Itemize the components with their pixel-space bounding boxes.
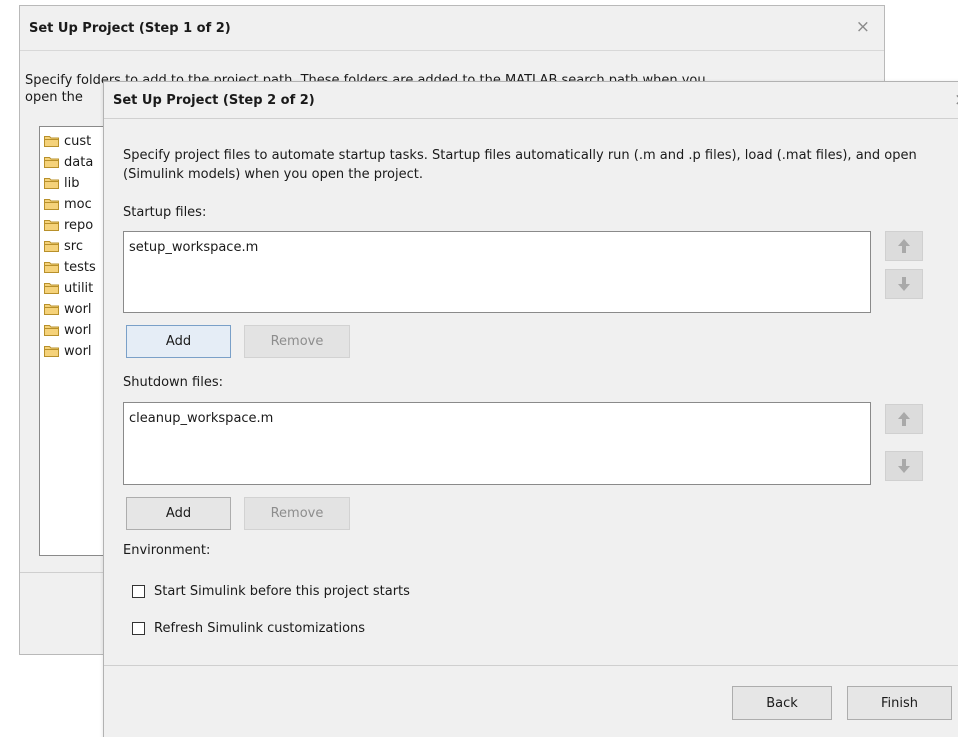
step2-title: Set Up Project (Step 2 of 2) (113, 93, 315, 108)
refresh-customizations-option[interactable]: Refresh Simulink customizations (132, 621, 365, 636)
startup-move-up-button[interactable] (885, 231, 923, 261)
start-simulink-checkbox[interactable] (132, 585, 145, 598)
folder-item[interactable]: worl (44, 320, 92, 340)
arrow-up-icon (898, 412, 910, 426)
startup-add-button[interactable]: Add (126, 325, 231, 358)
folder-item[interactable]: data (44, 152, 93, 172)
folder-icon (44, 304, 59, 315)
folder-icon (44, 262, 59, 273)
step2-footer-divider (104, 665, 958, 666)
folder-name: src (64, 238, 83, 254)
shutdown-file-item[interactable]: cleanup_workspace.m (129, 411, 273, 426)
folder-name: worl (64, 343, 92, 359)
folder-item[interactable]: repo (44, 215, 93, 235)
shutdown-add-button[interactable]: Add (126, 497, 231, 530)
startup-remove-button[interactable]: Remove (244, 325, 350, 358)
folder-name: data (64, 154, 94, 170)
screen: Set Up Project (Step 1 of 2) × Specify f… (0, 0, 958, 737)
shutdown-files-list[interactable]: cleanup_workspace.m (123, 402, 871, 485)
folder-icon (44, 178, 59, 189)
shutdown-move-down-button[interactable] (885, 451, 923, 481)
folder-item[interactable]: moc (44, 194, 92, 214)
folder-item[interactable]: lib (44, 173, 79, 193)
start-simulink-option[interactable]: Start Simulink before this project start… (132, 584, 410, 599)
folder-icon (44, 241, 59, 252)
start-simulink-label: Start Simulink before this project start… (154, 584, 410, 599)
step2-close-icon[interactable]: × (954, 90, 958, 110)
step1-titlebar: Set Up Project (Step 1 of 2) × (20, 6, 884, 51)
folder-icon (44, 199, 59, 210)
shutdown-remove-button[interactable]: Remove (244, 497, 350, 530)
folder-item[interactable]: src (44, 236, 83, 256)
step2-description: Specify project files to automate startu… (123, 148, 917, 182)
step1-close-icon[interactable]: × (856, 17, 870, 37)
folder-icon (44, 346, 59, 357)
folder-name: worl (64, 322, 92, 338)
finish-button[interactable]: Finish (847, 686, 952, 720)
back-button[interactable]: Back (732, 686, 832, 720)
arrow-down-icon (898, 459, 910, 473)
startup-files-label: Startup files: (123, 205, 207, 220)
folder-icon (44, 283, 59, 294)
arrow-down-icon (898, 277, 910, 291)
folder-name: cust (64, 133, 92, 149)
step1-title: Set Up Project (Step 1 of 2) (29, 21, 231, 36)
shutdown-files-label: Shutdown files: (123, 375, 223, 390)
startup-file-item[interactable]: setup_workspace.m (129, 240, 258, 255)
folder-name: tests (64, 259, 96, 275)
step2-titlebar: Set Up Project (Step 2 of 2) × (104, 82, 958, 119)
folder-name: lib (64, 175, 80, 191)
refresh-customizations-checkbox[interactable] (132, 622, 145, 635)
folder-icon (44, 325, 59, 336)
folder-item[interactable]: worl (44, 341, 92, 361)
folder-item[interactable]: cust (44, 131, 91, 151)
arrow-up-icon (898, 239, 910, 253)
environment-label: Environment: (123, 543, 211, 558)
folder-item[interactable]: tests (44, 257, 96, 277)
folder-name: utilit (64, 280, 94, 296)
folder-name: repo (64, 217, 94, 233)
setup-project-step2-dialog: Set Up Project (Step 2 of 2) × Specify p… (103, 81, 958, 737)
startup-files-list[interactable]: setup_workspace.m (123, 231, 871, 313)
shutdown-move-up-button[interactable] (885, 404, 923, 434)
folder-icon (44, 157, 59, 168)
folder-name: moc (64, 196, 92, 212)
folder-item[interactable]: worl (44, 299, 92, 319)
startup-move-down-button[interactable] (885, 269, 923, 299)
folder-name: worl (64, 301, 92, 317)
folder-icon (44, 136, 59, 147)
folder-icon (44, 220, 59, 231)
folder-item[interactable]: utilit (44, 278, 93, 298)
refresh-customizations-label: Refresh Simulink customizations (154, 621, 366, 636)
